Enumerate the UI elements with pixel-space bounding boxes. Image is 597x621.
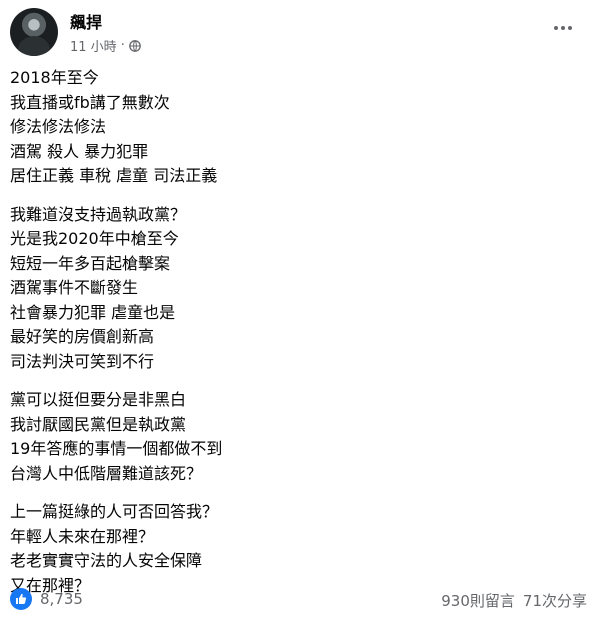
post-line: 司法判決可笑到不行 [10, 351, 155, 371]
post-line: 酒駕事件不斷發生 [10, 278, 139, 297]
post-text: 2018年至今 我直播或fb講了無數次 修法修法修法 酒駕 殺人 暴力犯罪 居住… [10, 66, 587, 612]
post-line: 我直播或fb講了無數次 [10, 92, 170, 112]
post-line: 年輕人未來在那裡？ [10, 526, 155, 546]
facebook-post: 飆捍 11 小時 · 2018年至今 我直播或fb講了無數次 修法修法修法 酒駕… [0, 0, 597, 621]
post-paragraph: 2018年至今 我直播或fb講了無數次 修法修法修法 酒駕 殺人 暴力犯罪 居住… [10, 66, 587, 189]
post-line: 社會暴力犯罪 虐童也是 [10, 302, 176, 322]
thumbs-up-icon [16, 593, 27, 604]
globe-icon[interactable] [128, 39, 141, 52]
post-line: 修法修法修法 [10, 117, 107, 136]
post-line: 2018年至今 [10, 68, 99, 87]
post-timestamp[interactable]: 11 小時 [70, 36, 117, 55]
author-name[interactable]: 飆捍 [70, 9, 102, 33]
post-stats: 930則留言 71次分享 [441, 590, 587, 611]
post-footer: 8,735 930則留言 71次分享 [10, 588, 587, 612]
comment-count[interactable]: 930則留言 [441, 590, 515, 611]
post-paragraph: 黨可以挺但要分是非黑白 我討厭國民黨但是執政黨 19年答應的事情一個都做不到 台… [10, 388, 587, 486]
post-paragraph: 上一篇挺綠的人可否回答我？ 年輕人未來在那裡？ 老老實實守法的人安全保障 又在那… [10, 500, 587, 598]
post-line: 光是我2020年中槍至今 [10, 229, 179, 248]
post-line: 19年答應的事情一個都做不到 [10, 439, 223, 458]
share-count[interactable]: 71次分享 [523, 590, 587, 611]
meta-separator: · [120, 38, 125, 53]
like-icon[interactable] [10, 588, 32, 610]
post-line: 我難道沒支持過執政黨？ [10, 204, 187, 224]
more-options-icon[interactable] [549, 18, 577, 38]
like-count[interactable]: 8,735 [40, 590, 83, 608]
post-header: 飆捍 11 小時 · [10, 8, 587, 56]
post-line: 台灣人中低階層難道該死？ [10, 463, 203, 483]
post-line: 我討厭國民黨但是執政黨 [10, 414, 187, 434]
post-paragraph: 我難道沒支持過執政黨？ 光是我2020年中槍至今 短短一年多百起槍擊案 酒駕事件… [10, 203, 587, 375]
post-line: 最好笑的房價創新高 [10, 327, 155, 346]
post-line: 短短一年多百起槍擊案 [10, 253, 171, 273]
post-line: 黨可以挺但要分是非黑白 [10, 390, 187, 409]
post-meta: 11 小時 · [70, 36, 141, 55]
post-line: 酒駕 殺人 暴力犯罪 [10, 141, 149, 161]
post-line: 上一篇挺綠的人可否回答我？ [10, 502, 219, 521]
post-line: 老老實實守法的人安全保障 [10, 551, 203, 570]
avatar[interactable] [10, 8, 58, 56]
post-line: 居住正義 車稅 虐童 司法正義 [10, 166, 218, 185]
